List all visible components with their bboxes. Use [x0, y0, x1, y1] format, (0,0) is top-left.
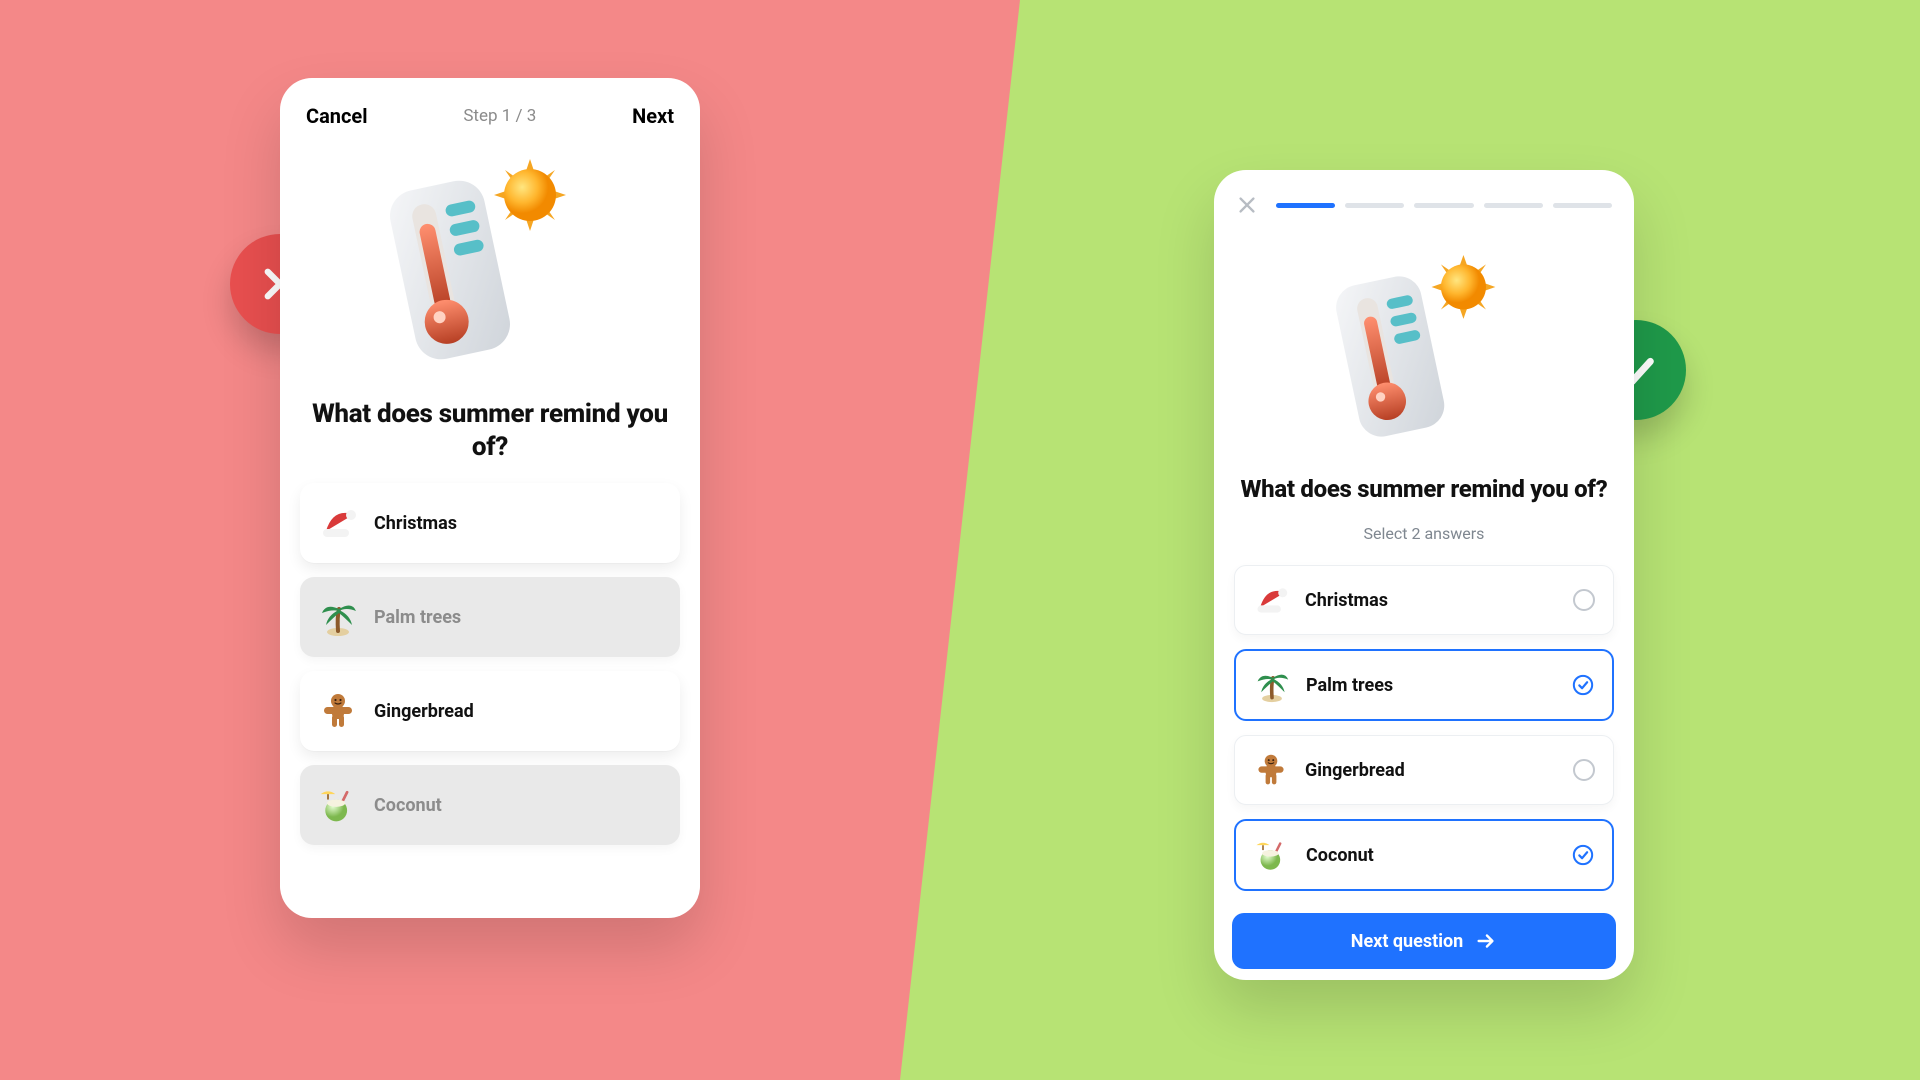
header: [1232, 192, 1616, 232]
progress-seg-4: [1484, 203, 1543, 208]
cta-label: Next question: [1351, 931, 1463, 952]
option-label: Christmas: [374, 513, 457, 534]
comparison-canvas: Cancel Step 1 / 3 Next: [0, 0, 1920, 1080]
santa-hat-icon: [1253, 582, 1289, 618]
option-coconut[interactable]: Coconut: [1234, 819, 1614, 891]
question-title: What does summer remind you of?: [1238, 474, 1610, 504]
hero-illustration: [1232, 240, 1616, 456]
progress-seg-5: [1553, 203, 1612, 208]
option-ginger[interactable]: Gingerbread: [300, 671, 680, 751]
option-list: Christmas Palm trees Gingerbread: [1232, 565, 1616, 891]
radio-unchecked-icon: [1573, 759, 1595, 781]
next-question-button[interactable]: Next question: [1232, 913, 1616, 969]
close-button[interactable]: [1236, 194, 1258, 216]
hero-illustration: [298, 150, 682, 380]
cancel-button[interactable]: Cancel: [306, 104, 368, 128]
option-label: Palm trees: [1306, 675, 1556, 696]
santa-hat-icon: [318, 503, 358, 543]
option-christmas[interactable]: Christmas: [300, 483, 680, 563]
option-label: Christmas: [1305, 590, 1557, 611]
option-label: Gingerbread: [374, 701, 474, 722]
progress-seg-2: [1345, 203, 1404, 208]
radio-checked-icon: [1572, 844, 1594, 866]
gingerbread-icon: [318, 691, 358, 731]
coconut-icon: [318, 785, 358, 825]
progress-bar: [1276, 203, 1612, 208]
good-example-phone: What does summer remind you of? Select 2…: [1214, 170, 1634, 980]
step-indicator: Step 1 / 3: [463, 106, 536, 126]
question-title: What does summer remind you of?: [304, 398, 676, 463]
radio-unchecked-icon: [1573, 589, 1595, 611]
palm-tree-icon: [318, 597, 358, 637]
option-label: Coconut: [374, 795, 442, 816]
arrow-right-icon: [1475, 930, 1497, 952]
question-subtitle: Select 2 answers: [1232, 524, 1616, 543]
progress-seg-1: [1276, 203, 1335, 208]
option-palm[interactable]: Palm trees: [1234, 649, 1614, 721]
option-palm[interactable]: Palm trees: [300, 577, 680, 657]
option-ginger[interactable]: Gingerbread: [1234, 735, 1614, 805]
option-label: Gingerbread: [1305, 760, 1557, 781]
header: Cancel Step 1 / 3 Next: [298, 100, 682, 142]
palm-tree-icon: [1254, 667, 1290, 703]
bad-example-phone: Cancel Step 1 / 3 Next: [280, 78, 700, 918]
option-christmas[interactable]: Christmas: [1234, 565, 1614, 635]
coconut-icon: [1254, 837, 1290, 873]
radio-checked-icon: [1572, 674, 1594, 696]
option-list: Christmas Palm trees Gingerbread Coconut: [298, 483, 682, 845]
option-coconut[interactable]: Coconut: [300, 765, 680, 845]
next-button[interactable]: Next: [632, 104, 674, 128]
option-label: Coconut: [1306, 845, 1556, 866]
option-label: Palm trees: [374, 607, 461, 628]
progress-seg-3: [1414, 203, 1473, 208]
close-icon: [1236, 194, 1258, 216]
gingerbread-icon: [1253, 752, 1289, 788]
